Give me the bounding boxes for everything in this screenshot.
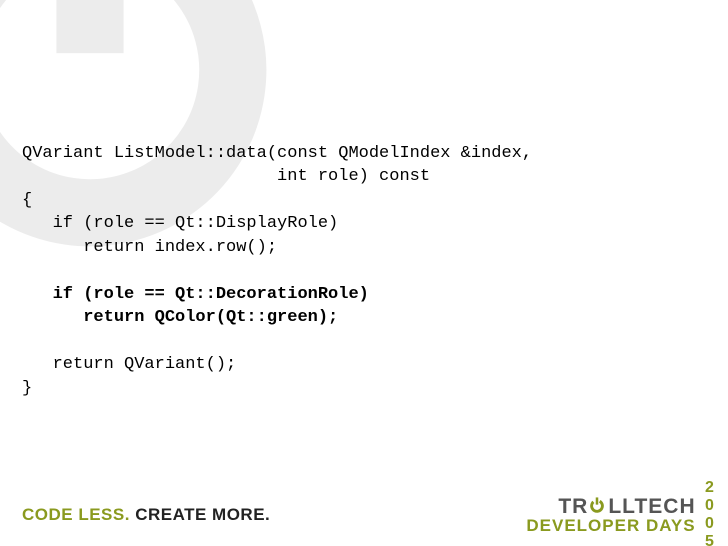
code-line: { — [22, 191, 32, 210]
code-line: QVariant ListModel::data(const QModelInd… — [22, 144, 532, 163]
code-line-bold: return QColor(Qt::green); — [22, 308, 338, 327]
code-snippet: QVariant ListModel::data(const QModelInd… — [22, 142, 532, 400]
brand-prefix: TR — [558, 497, 588, 517]
brand-text: TR LLTECH DEVELOPER DAYS — [526, 496, 695, 534]
code-line: } — [22, 379, 32, 398]
footer: CODE LESS. CREATE MORE. TR LLTECH DEVELO… — [0, 484, 728, 546]
brand-bottom: DEVELOPER DAYS — [526, 518, 695, 534]
code-line: return QVariant(); — [22, 355, 236, 374]
tagline: CODE LESS. CREATE MORE. — [0, 505, 270, 525]
brand-year: 2005 — [702, 479, 716, 546]
brand-block: TR LLTECH DEVELOPER DAYS 2005 — [526, 479, 728, 546]
brand-top: TR LLTECH — [526, 496, 695, 518]
tagline-right: CREATE MORE. — [135, 505, 270, 524]
power-icon — [588, 496, 606, 518]
code-line: if (role == Qt::DisplayRole) — [22, 214, 338, 233]
tagline-left: CODE LESS. — [22, 505, 135, 524]
code-line: return index.row(); — [22, 238, 277, 257]
code-line: int role) const — [22, 167, 430, 186]
code-line-bold: if (role == Qt::DecorationRole) — [22, 285, 369, 304]
brand-suffix: LLTECH — [608, 497, 695, 517]
